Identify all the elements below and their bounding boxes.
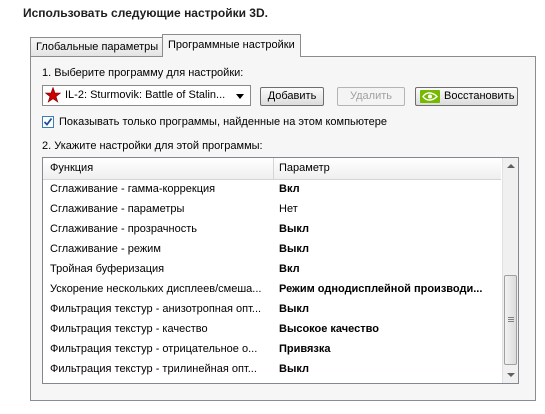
setting-feature: Сглаживание - параметры xyxy=(50,203,185,215)
settings-row[interactable]: Фильтрация текстур - анизотропная опт...… xyxy=(43,299,501,319)
scroll-thumb[interactable] xyxy=(504,275,517,365)
column-header-value[interactable]: Параметр xyxy=(279,162,330,174)
column-divider[interactable] xyxy=(273,158,274,179)
setting-feature: Сглаживание - гамма-коррекция xyxy=(50,183,216,195)
scroll-up-button[interactable] xyxy=(503,158,518,174)
setting-value[interactable]: Высокое качество xyxy=(279,323,499,335)
setting-feature: Ускорение нескольких дисплеев/смеша... xyxy=(50,283,262,295)
tab-program-settings[interactable]: Программные настройки xyxy=(162,34,301,57)
settings-row[interactable]: Сглаживание - прозрачность Выкл xyxy=(43,219,501,239)
step1-label: 1. Выберите программу для настройки: xyxy=(42,67,244,79)
setting-feature: Фильтрация текстур - качество xyxy=(50,323,208,335)
nvidia-logo-icon xyxy=(420,90,440,103)
tab-strip: Глобальные параметры Программные настрой… xyxy=(30,34,520,57)
setting-value[interactable]: Вкл xyxy=(279,183,499,195)
checkmark-icon xyxy=(43,117,53,126)
scroll-down-button[interactable] xyxy=(503,367,518,383)
show-installed-only-label: Показывать только программы, найденные н… xyxy=(59,116,388,128)
program-select[interactable]: IL-2: Sturmovik: Battle of Stalin... xyxy=(42,85,251,106)
red-star-icon xyxy=(44,86,62,103)
setting-feature: Сглаживание - прозрачность xyxy=(50,223,198,235)
settings-list-header: Функция Параметр xyxy=(43,158,501,180)
program-select-value: IL-2: Sturmovik: Battle of Stalin... xyxy=(65,89,226,101)
chevron-down-icon[interactable] xyxy=(236,94,244,99)
setting-feature: Тройная буферизация xyxy=(50,263,165,275)
settings-rows: Сглаживание - гамма-коррекция Вкл Сглажива… xyxy=(43,179,501,379)
step2-label: 2. Укажите настройки для этой программы: xyxy=(42,140,263,152)
program-settings-panel: 1. Выберите программу для настройки: IL-… xyxy=(30,56,536,401)
setting-value[interactable]: Вкл xyxy=(279,263,499,275)
setting-value[interactable]: Выкл xyxy=(279,303,499,315)
arrow-down-icon xyxy=(507,373,515,377)
settings-row[interactable]: Сглаживание - гамма-коррекция Вкл xyxy=(43,179,501,199)
add-button[interactable]: Добавить xyxy=(260,87,324,106)
restore-button[interactable]: Восстановить xyxy=(415,87,518,106)
settings-row[interactable]: Сглаживание - режим Выкл xyxy=(43,239,501,259)
setting-value[interactable]: Режим однодисплейной производи... xyxy=(279,283,499,295)
settings-row[interactable]: Фильтрация текстур - трилинейная опт... В… xyxy=(43,359,501,379)
setting-value[interactable]: Выкл xyxy=(279,243,499,255)
setting-feature: Фильтрация текстур - трилинейная опт... xyxy=(50,363,257,375)
settings-row[interactable]: Фильтрация текстур - отрицательное о... П… xyxy=(43,339,501,359)
setting-value[interactable]: Нет xyxy=(279,203,499,215)
restore-button-label: Восстановить xyxy=(444,90,515,102)
arrow-up-icon xyxy=(507,164,515,168)
remove-button[interactable]: Удалить xyxy=(337,87,405,106)
column-header-feature[interactable]: Функция xyxy=(50,162,93,174)
setting-feature: Фильтрация текстур - анизотропная опт... xyxy=(50,303,262,315)
setting-feature: Фильтрация текстур - отрицательное о... xyxy=(50,343,258,355)
settings-row[interactable]: Фильтрация текстур - качество Высокое кач… xyxy=(43,319,501,339)
settings-row[interactable]: Тройная буферизация Вкл xyxy=(43,259,501,279)
setting-value[interactable]: Выкл xyxy=(279,363,499,375)
show-installed-only-checkbox[interactable] xyxy=(42,116,54,128)
setting-feature: Сглаживание - режим xyxy=(50,243,161,255)
vertical-scrollbar[interactable] xyxy=(502,158,518,383)
setting-value[interactable]: Выкл xyxy=(279,223,499,235)
tab-global-settings[interactable]: Глобальные параметры xyxy=(30,37,165,56)
settings-row[interactable]: Ускорение нескольких дисплеев/смеша... Ре… xyxy=(43,279,501,299)
setting-value[interactable]: Привязка xyxy=(279,343,499,355)
page-heading: Использовать следующие настройки 3D. xyxy=(23,6,268,20)
settings-list: Функция Параметр Сглаживание - гамма-кор… xyxy=(42,157,519,384)
settings-row[interactable]: Сглаживание - параметры Нет xyxy=(43,199,501,219)
